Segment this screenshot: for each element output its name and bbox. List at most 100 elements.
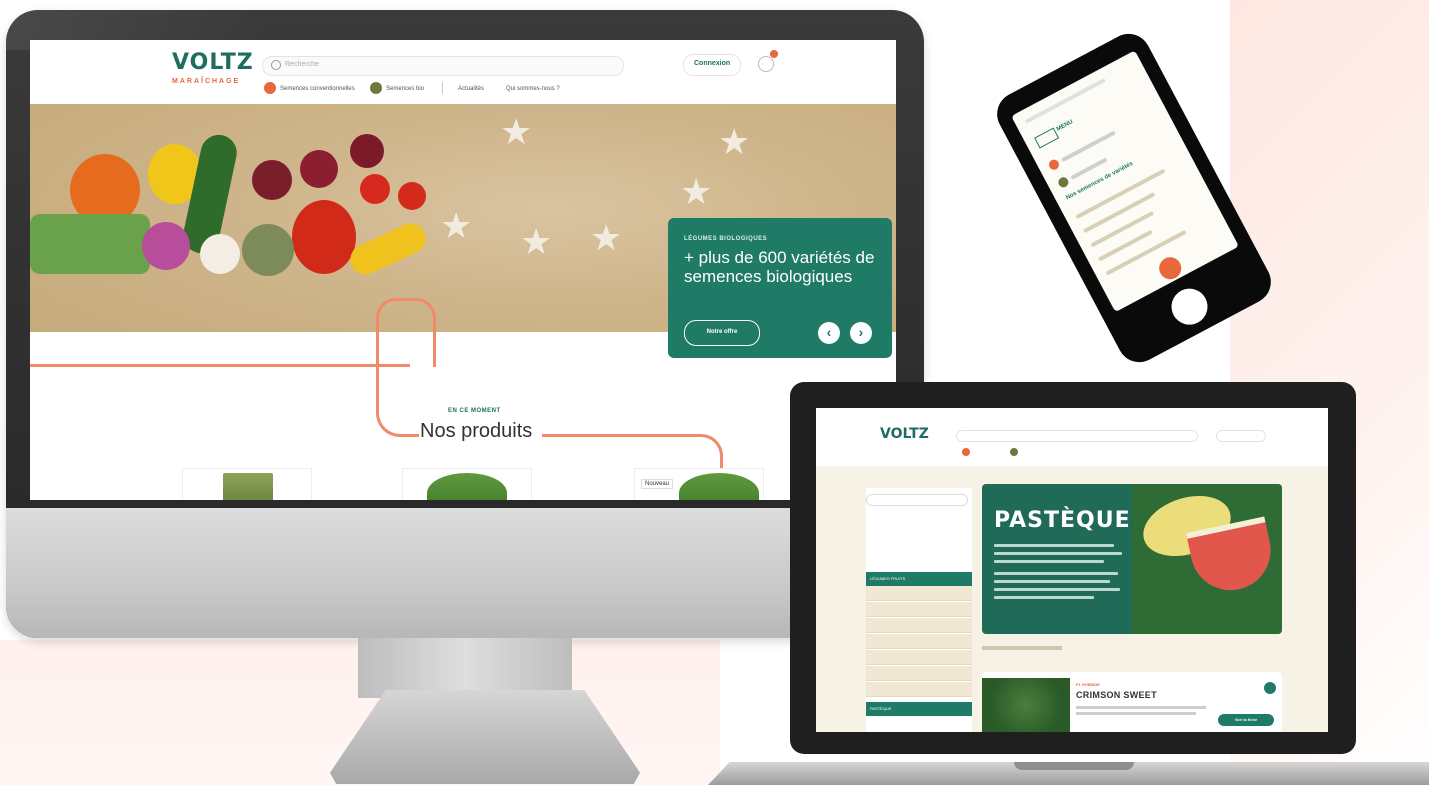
red-pepper — [292, 200, 356, 274]
notre-offre-button[interactable]: Notre offre — [684, 320, 760, 346]
product-details-label: Voir la fiche — [1234, 717, 1258, 722]
red-onion — [300, 150, 338, 188]
star-icon: ★ — [680, 171, 713, 212]
artichoke — [242, 224, 294, 276]
hero-kicker: LÉGUMES BIOLOGIQUES — [684, 236, 768, 242]
conventional-seeds-icon — [1047, 157, 1061, 172]
product-image — [223, 473, 273, 500]
product-kicker: F1 HYBRIDE — [1076, 682, 1100, 687]
new-badge: Nouveau — [641, 479, 674, 489]
prev-arrow-icon[interactable]: ‹ — [818, 322, 840, 344]
sidebar-subitem[interactable] — [866, 602, 972, 617]
laptop-header: VOLTZ — [816, 408, 1328, 466]
garlic — [200, 234, 240, 274]
section-title: Nos produits — [420, 420, 533, 442]
sidebar-subitem[interactable] — [866, 634, 972, 649]
banner-text — [994, 596, 1094, 599]
nav-divider — [442, 82, 443, 94]
laptop-sidebar: LÉGUMES FRUITS PASTÈQUE — [866, 488, 972, 732]
sidebar-subitem[interactable] — [866, 682, 972, 697]
hero-title: + plus de 600 variétés de semences biolo… — [684, 248, 875, 286]
banner-title: PASTÈQUE — [994, 508, 1131, 533]
phone-screen: MENU Nos semences de variétés — [1011, 50, 1239, 313]
search-icon — [271, 60, 281, 70]
red-onion — [350, 134, 384, 168]
phone-home-button[interactable] — [1165, 282, 1214, 332]
laptop-screen: VOLTZ LÉGUMES FRUITS PASTÈQUE PASTÈQUE F… — [816, 408, 1328, 732]
decorative-line — [30, 364, 410, 367]
radish — [142, 222, 190, 270]
laptop-voltz-logo[interactable]: VOLTZ — [880, 426, 929, 442]
product-details-button[interactable]: Voir la fiche — [1218, 714, 1274, 726]
phone-menu-item[interactable] — [1060, 130, 1116, 163]
phone-cart-icon[interactable] — [1155, 253, 1186, 284]
site-header: VOLTZ MARAÎCHAGE Recherche Connexion Sem… — [30, 40, 896, 104]
hero-card: LÉGUMES BIOLOGIQUES + plus de 600 variét… — [668, 218, 892, 358]
star-icon: ★ — [590, 217, 623, 258]
notre-offre-label: Notre offre — [706, 329, 738, 335]
phone-menu-item[interactable] — [1090, 210, 1155, 248]
banner-text — [994, 560, 1104, 563]
banner-text — [994, 588, 1120, 591]
product-card[interactable]: F1 HYBRIDE CRIMSON SWEET Voir la fiche — [982, 672, 1282, 732]
connexion-label: Connexion — [694, 60, 731, 67]
banner-text — [994, 552, 1122, 555]
laptop-category-banner: PASTÈQUE — [982, 484, 1282, 634]
phone-url-bar — [1024, 77, 1107, 124]
banner-text — [994, 572, 1118, 575]
nav-organic-seeds[interactable]: Semences bio — [386, 86, 424, 92]
product-name: CRIMSON SWEET — [1076, 690, 1157, 700]
sidebar-subitem[interactable] — [866, 650, 972, 665]
cart-icon[interactable] — [758, 56, 774, 72]
watermelon-image — [1132, 484, 1282, 634]
voltz-logo[interactable]: VOLTZ — [172, 50, 254, 75]
product-card[interactable] — [182, 468, 312, 500]
star-icon: ★ — [520, 221, 553, 262]
organic-seeds-icon — [1010, 448, 1018, 456]
nav-news[interactable]: Actualités — [458, 86, 484, 92]
logo-tagline: MARAÎCHAGE — [172, 78, 241, 85]
nav-conventional-seeds[interactable]: Semences conventionnelles — [280, 86, 355, 92]
yellow-zucchini — [345, 218, 431, 280]
banner-text — [994, 580, 1110, 583]
decorative-line — [376, 364, 419, 437]
sidebar-subitem[interactable] — [866, 618, 972, 633]
laptop-connexion-button[interactable] — [1216, 430, 1266, 442]
red-onion — [252, 160, 292, 200]
star-icon: ★ — [440, 205, 473, 246]
desktop-screen: VOLTZ MARAÎCHAGE Recherche Connexion Sem… — [30, 40, 896, 500]
sidebar-subitem[interactable] — [866, 586, 972, 601]
conventional-seeds-icon — [264, 82, 276, 94]
star-icon: ★ — [718, 121, 751, 162]
product-description — [1076, 712, 1196, 715]
product-card[interactable] — [402, 468, 532, 500]
laptop-search-input[interactable] — [956, 430, 1198, 442]
asparagus — [30, 214, 150, 274]
product-image — [427, 473, 507, 500]
next-arrow-icon[interactable]: › — [850, 322, 872, 344]
sidebar-search[interactable] — [866, 494, 968, 506]
monitor-chin — [6, 508, 924, 638]
product-image — [679, 473, 759, 500]
organic-seeds-icon — [1056, 175, 1071, 190]
nav-about[interactable]: Qui sommes-nous ? — [506, 86, 560, 92]
section-kicker: EN CE MOMENT — [448, 408, 501, 414]
star-icon: ★ — [500, 111, 533, 152]
connexion-button[interactable]: Connexion — [683, 54, 741, 76]
laptop-notch — [1014, 762, 1134, 770]
product-image — [982, 678, 1070, 732]
sidebar-item-selected[interactable]: PASTÈQUE — [866, 702, 972, 716]
monitor-stand — [330, 690, 640, 784]
sidebar-item[interactable] — [866, 518, 972, 532]
sidebar-item-active[interactable]: LÉGUMES FRUITS — [866, 572, 972, 586]
phone-menu-icon[interactable] — [1034, 127, 1060, 149]
sidebar-subitem[interactable] — [866, 666, 972, 681]
organic-seeds-icon — [370, 82, 382, 94]
product-card[interactable]: Nouveau — [634, 468, 764, 500]
tomato — [398, 182, 426, 210]
search-input[interactable]: Recherche — [262, 56, 624, 76]
results-count — [982, 646, 1062, 650]
decorative-line — [376, 298, 436, 367]
chat-icon[interactable] — [1264, 682, 1276, 694]
monitor-neck — [358, 638, 572, 698]
